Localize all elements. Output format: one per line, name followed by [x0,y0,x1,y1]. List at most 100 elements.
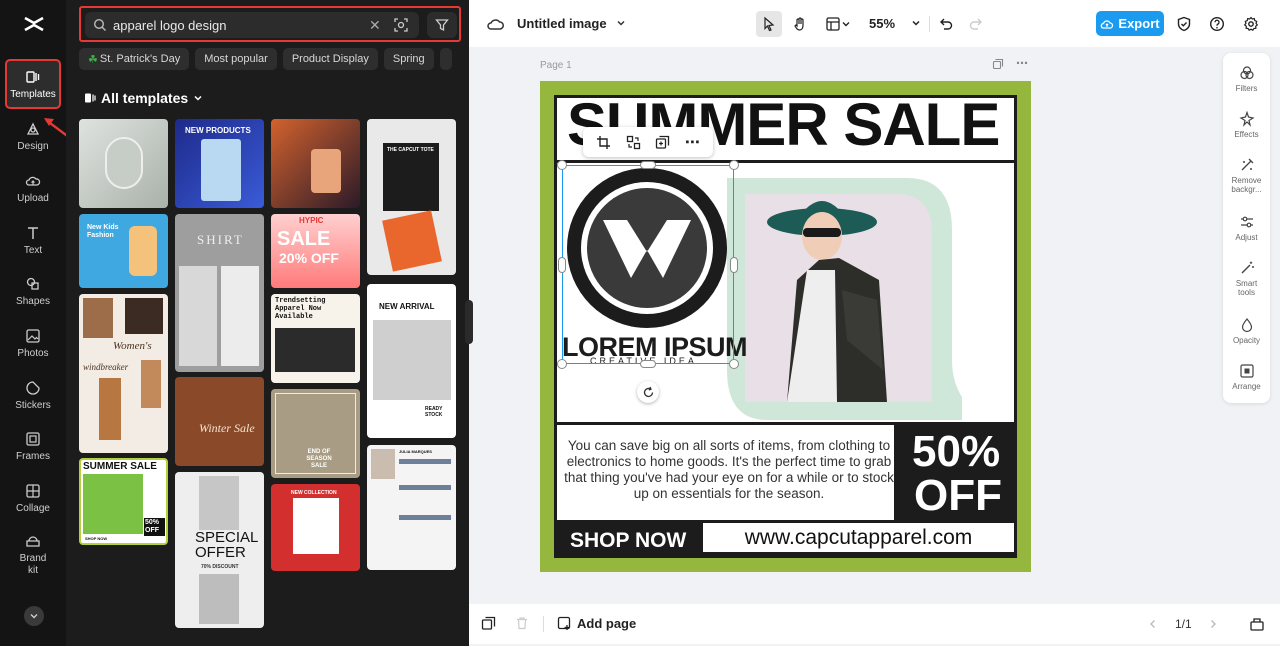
page-settings-icon[interactable] [481,616,496,631]
tool-filters[interactable]: Filters [1223,65,1270,93]
template-thumb[interactable]: Trendsetting Apparel Now Available [271,294,360,383]
photos-icon [26,328,40,343]
chip-st-patricks[interactable]: ☘ St. Patrick's Day [79,48,190,70]
opacity-drop-icon [1241,318,1252,333]
crop-icon[interactable] [596,135,611,150]
image-search-icon[interactable] [393,17,409,33]
tool-effects[interactable]: Effects [1223,111,1270,139]
discount-box[interactable]: 50% OFF [894,425,1014,520]
template-thumb[interactable]: New Kids Fashion [79,214,168,288]
templates-icon [85,93,96,103]
document-title[interactable]: Untitled image [517,16,626,31]
rail-templates[interactable]: Templates [5,59,61,109]
search-bar[interactable]: ✕ [85,12,419,38]
select-tool-button[interactable] [756,11,782,37]
template-thumb[interactable]: SUMMER SALE 50% OFF SHOP NOW [79,458,168,545]
tool-smart-tools[interactable]: Smart tools [1223,260,1270,297]
rotate-icon [643,386,653,397]
resize-handle-se[interactable] [729,359,739,369]
hand-tool-button[interactable] [789,13,811,35]
resize-handle-ne[interactable] [729,160,739,170]
rail-label: Shapes [16,295,50,307]
zoom-level[interactable]: 55% [869,16,921,31]
resize-handle-e[interactable] [730,257,738,273]
chip-most-popular[interactable]: Most popular [195,48,277,70]
settings-button[interactable] [1240,13,1262,35]
frames-icon [26,431,40,446]
template-thumb[interactable]: END OF SEASON SALE [271,389,360,478]
next-page-icon[interactable] [1207,618,1219,630]
more-options-icon[interactable]: ⋯ [685,133,700,151]
resize-handle-w[interactable] [558,257,566,273]
chevron-down-icon [30,614,38,619]
template-thumb[interactable]: HYPIC SALE 20% OFF [271,214,360,288]
design-body-text[interactable]: You can save big on all sorts of items, … [563,438,895,502]
template-thumb[interactable]: NEW COLLECTION [271,484,360,571]
selection-box[interactable] [562,165,734,364]
design-icon [26,122,40,135]
template-thumb[interactable]: JULIA MARQUES [367,445,456,570]
rail-photos[interactable]: Photos [6,319,60,367]
all-templates-dropdown[interactable]: All templates [84,90,203,106]
website-url[interactable]: www.capcutapparel.com [703,523,1014,552]
resize-handle-s[interactable] [640,360,656,368]
tool-opacity[interactable]: Opacity [1223,317,1270,345]
chip-product-display[interactable]: Product Display [282,48,378,70]
rail-brand-kit[interactable]: Brand kit [6,532,60,578]
model-photo[interactable] [707,170,962,420]
rotate-handle[interactable] [637,381,659,403]
hand-icon [794,17,804,31]
resize-handle-n[interactable] [640,161,656,169]
search-highlight: ✕ [79,6,461,42]
shield-icon [1177,16,1191,32]
shapes-icon [26,277,39,290]
redo-button[interactable] [965,13,987,35]
tool-adjust[interactable]: Adjust [1223,214,1270,242]
rail-collage[interactable]: Collage [6,474,60,522]
search-input[interactable] [113,17,363,33]
add-page-button[interactable]: Add page [557,616,636,631]
rail-frames[interactable]: Frames [6,422,60,470]
resize-handle-sw[interactable] [557,359,567,369]
resize-handle-nw[interactable] [557,160,567,170]
replace-icon[interactable] [626,135,641,150]
rail-text[interactable]: Text [6,216,60,264]
template-thumb[interactable]: Women's windbreaker [79,294,168,453]
chip-spring[interactable]: Spring [383,48,434,70]
pages-panel-icon[interactable] [1249,616,1265,632]
previous-page-icon[interactable] [1147,618,1159,630]
element-toolbar: ⋯ [583,127,713,157]
duplicate-page-icon[interactable] [992,58,1006,72]
template-thumb[interactable] [271,119,360,208]
template-thumb[interactable]: Winter Sale [175,377,264,466]
more-options-icon[interactable]: ⋯ [1016,56,1030,70]
trash-icon[interactable] [515,616,529,630]
cloud-sync-icon[interactable] [485,13,507,35]
duplicate-icon[interactable] [655,135,670,150]
clear-search-icon[interactable]: ✕ [369,17,383,34]
rail-more-button[interactable] [24,606,44,626]
template-thumb[interactable]: SPECIAL OFFER 70% DISCOUNT [175,472,264,628]
tool-remove-background[interactable]: Remove backgr... [1223,157,1270,194]
template-thumb[interactable]: THE CAPCUT TOTE [367,119,456,275]
capcut-logo-icon[interactable] [22,12,46,36]
rail-stickers[interactable]: Stickers [6,371,60,419]
template-thumb[interactable]: NEW ARRIVAL READY STOCK [367,284,456,438]
template-thumb[interactable] [79,119,168,208]
template-thumb[interactable]: SHIRT [175,214,264,372]
chip-overflow[interactable] [439,48,452,70]
help-button[interactable] [1206,13,1228,35]
shield-button[interactable] [1173,13,1195,35]
undo-button[interactable] [935,13,957,35]
filter-button[interactable] [427,12,457,38]
rail-shapes[interactable]: Shapes [6,267,60,315]
layout-menu-button[interactable] [821,13,855,35]
rail-label: Text [23,244,43,256]
shop-now-text[interactable]: SHOP NOW [570,529,686,553]
template-thumb[interactable]: NEW PRODUCTS [175,119,264,208]
panel-collapse-handle[interactable] [465,300,473,344]
rail-upload[interactable]: Upload [6,164,60,212]
rail-label: Upload [17,192,49,204]
export-button[interactable]: Export [1096,11,1164,36]
tool-arrange[interactable]: Arrange [1223,363,1270,391]
